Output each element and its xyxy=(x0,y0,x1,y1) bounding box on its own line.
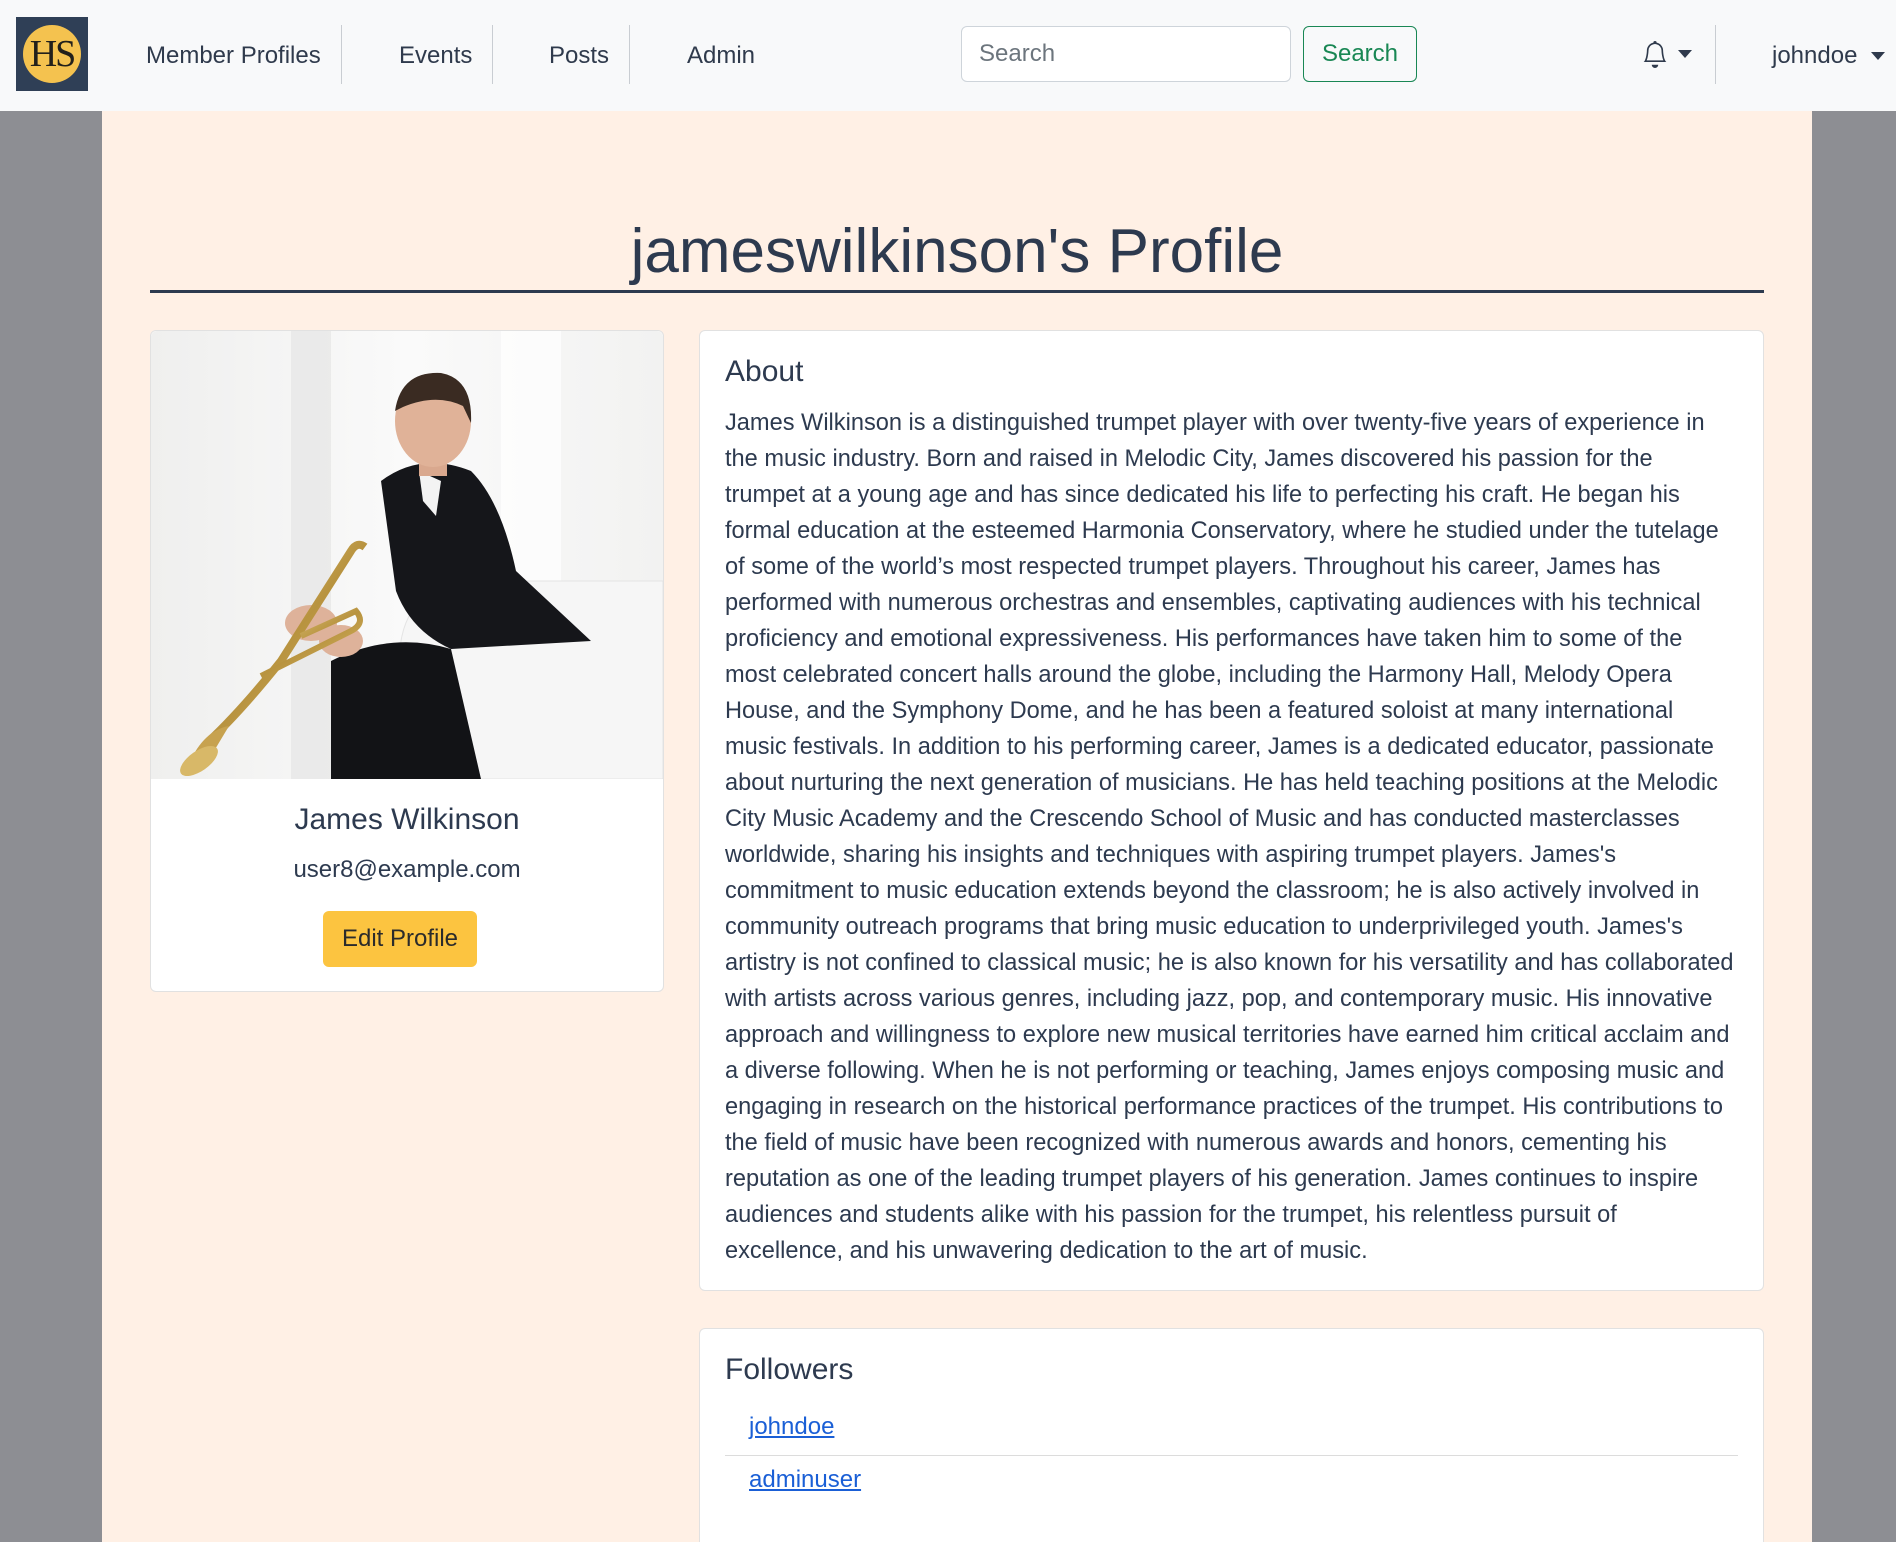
nav-divider xyxy=(341,25,342,84)
caret-down-icon xyxy=(1678,50,1692,58)
followers-heading: Followers xyxy=(725,1353,854,1386)
nav-events[interactable]: Events xyxy=(399,0,472,111)
follower-link[interactable]: johndoe xyxy=(749,1413,834,1440)
followers-card: Followers johndoe adminuser xyxy=(699,1328,1764,1542)
about-card: About James Wilkinson is a distinguished… xyxy=(699,330,1764,1291)
nav-posts[interactable]: Posts xyxy=(549,0,609,111)
nav-divider xyxy=(629,25,630,84)
caret-down-icon xyxy=(1871,51,1886,60)
nav-divider xyxy=(492,25,493,84)
follower-link[interactable]: adminuser xyxy=(749,1466,861,1493)
user-menu-label: johndoe xyxy=(1772,41,1858,69)
member-name: James Wilkinson xyxy=(294,803,520,836)
profile-card: James Wilkinson user8@example.com Edit P… xyxy=(150,330,664,992)
about-heading: About xyxy=(725,355,804,388)
bell-icon xyxy=(1643,41,1667,68)
search-button[interactable]: Search xyxy=(1303,26,1417,82)
list-item: adminuser xyxy=(725,1456,1738,1508)
user-menu-dropdown[interactable]: johndoe xyxy=(1772,0,1886,111)
list-item: johndoe xyxy=(725,1403,1738,1456)
notifications-dropdown[interactable] xyxy=(1642,38,1692,72)
nav-divider xyxy=(1715,25,1716,84)
page-title: jameswilkinson's Profile xyxy=(630,217,1284,286)
search-input[interactable] xyxy=(961,26,1291,82)
site-logo[interactable]: HS xyxy=(16,17,88,91)
profile-page: jameswilkinson's Profile James Wilkinson… xyxy=(102,111,1812,1542)
logo-mark: HS xyxy=(23,25,81,83)
edit-profile-button[interactable]: Edit Profile xyxy=(323,911,477,967)
top-navbar: HS Member Profiles Events Posts Admin Se… xyxy=(0,0,1896,111)
profile-photo xyxy=(151,331,663,779)
about-text: James Wilkinson is a distinguished trump… xyxy=(725,410,1734,1264)
member-email: user8@example.com xyxy=(293,856,521,883)
title-divider xyxy=(150,290,1764,293)
nav-member-profiles[interactable]: Member Profiles xyxy=(146,0,321,111)
nav-admin[interactable]: Admin xyxy=(687,0,755,111)
